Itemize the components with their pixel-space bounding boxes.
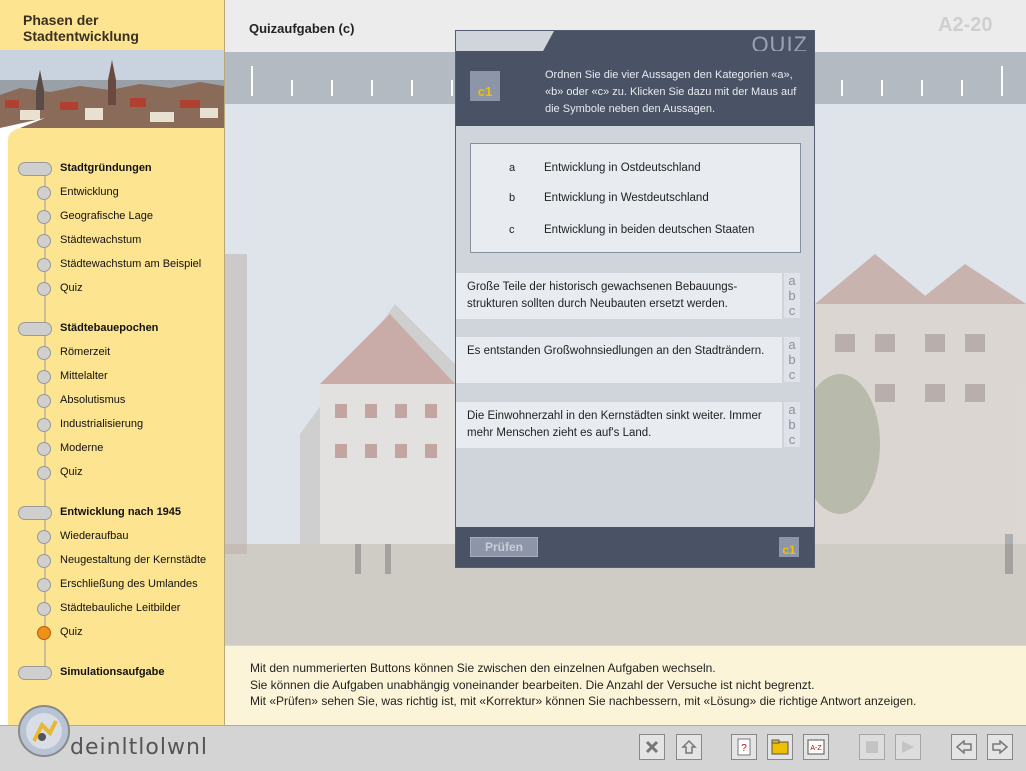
toc-item-mittelalter[interactable]: Mittelalter (0, 367, 224, 387)
option-a-button[interactable]: a (784, 273, 800, 288)
home-icon[interactable] (676, 734, 702, 760)
help-icon[interactable]: ? (731, 734, 757, 760)
category-key: c (509, 224, 515, 236)
stop-icon[interactable] (859, 734, 885, 760)
answer-selector-2: abc (784, 337, 800, 383)
statement-1: Große Teile der historisch gewachsenen B… (456, 273, 782, 319)
toc-item-wiederaufbau[interactable]: Wiederaufbau (0, 527, 224, 547)
statement-text: Es entstanden Großwohnsiedlungen an den … (467, 345, 765, 357)
toc-item-quiz-1[interactable]: Quiz (0, 279, 224, 299)
quiz-instruction: Ordnen Sie die vier Aussagen den Kategor… (545, 69, 797, 115)
option-c-button[interactable]: c (784, 367, 800, 382)
task-button-c1[interactable]: c1 (470, 71, 500, 101)
info-line: Mit den nummerierten Buttons können Sie … (250, 661, 716, 675)
answer-selector-3: abc (784, 402, 800, 448)
info-text: Mit den nummerierten Buttons können Sie … (250, 660, 1020, 710)
option-b-button[interactable]: b (784, 417, 800, 432)
toc-item-quiz-3-active[interactable]: Quiz (0, 623, 224, 643)
back-icon[interactable] (951, 734, 977, 760)
option-c-button[interactable]: c (784, 303, 800, 318)
toc-item-staedtewachstum[interactable]: Städtewachstum (0, 231, 224, 251)
logo-text: deinltlolwnl (70, 735, 209, 760)
option-b-button[interactable]: b (784, 288, 800, 303)
toc-item-absolutismus[interactable]: Absolutismus (0, 391, 224, 411)
toc-item-roemerzeit[interactable]: Römerzeit (0, 343, 224, 363)
folder-icon[interactable] (767, 734, 793, 760)
info-line: Mit «Prüfen» sehen Sie, was richtig ist,… (250, 694, 917, 708)
option-b-button[interactable]: b (784, 352, 800, 367)
answer-selector-1: abc (784, 273, 800, 319)
category-text: Entwicklung in beiden deutschen Staaten (544, 224, 755, 236)
toc-item-leitbilder[interactable]: Städtebauliche Leitbilder (0, 599, 224, 619)
toc-item-neugestaltung[interactable]: Neugestaltung der Kernstädte (0, 551, 224, 571)
toc-item-quiz-2[interactable]: Quiz (0, 463, 224, 483)
toc-item-erschliessung[interactable]: Erschließung des Umlandes (0, 575, 224, 595)
svg-text:?: ? (741, 743, 747, 754)
play-icon[interactable] (895, 734, 921, 760)
toc-item-entwicklung[interactable]: Entwicklung (0, 183, 224, 203)
table-of-contents: Stadtgründungen Entwicklung Geografische… (0, 0, 224, 725)
category-text: Entwicklung in Ostdeutschland (544, 162, 701, 174)
statement-3: Die Einwohnerzahl in den Kernstädten sin… (456, 402, 782, 448)
category-key: b (509, 192, 516, 204)
task-button-c1-footer[interactable]: c1 (779, 537, 799, 557)
statement-text: Die Einwohnerzahl in den Kernstädten sin… (467, 410, 762, 439)
screen-title: Quizaufgaben (c) (249, 21, 355, 36)
statement-text: Große Teile der historisch gewachsenen B… (467, 281, 738, 310)
quiz-footer: Prüfen c1 (456, 527, 814, 567)
quiz-header: c1 Ordnen Sie die vier Aussagen den Kate… (456, 51, 814, 126)
toc-item-moderne[interactable]: Moderne (0, 439, 224, 459)
option-a-button[interactable]: a (784, 402, 800, 417)
option-a-button[interactable]: a (784, 337, 800, 352)
page-number: A2-20 (938, 14, 993, 36)
category-text: Entwicklung in Westdeutschland (544, 192, 709, 204)
forward-icon[interactable] (987, 734, 1013, 760)
close-icon[interactable] (639, 734, 665, 760)
glossary-icon[interactable]: A-Z (803, 734, 829, 760)
category-key: a (509, 162, 516, 174)
info-line: Sie können die Aufgaben unabhängig vonei… (250, 677, 815, 692)
statement-2: Es entstanden Großwohnsiedlungen an den … (456, 337, 782, 383)
toc-item-geografische-lage[interactable]: Geografische Lage (0, 207, 224, 227)
logo-icon (18, 705, 70, 757)
check-button[interactable]: Prüfen (470, 537, 538, 557)
toc-item-industrialisierung[interactable]: Industrialisierung (0, 415, 224, 435)
svg-text:A-Z: A-Z (810, 745, 822, 752)
quiz-panel: QUIZ c1 Ordnen Sie die vier Aussagen den… (455, 30, 815, 568)
toc-item-staedtewachstum-beispiel[interactable]: Städtewachstum am Beispiel (0, 255, 224, 275)
category-box: a Entwicklung in Ostdeutschland b Entwickl… (470, 143, 801, 253)
option-c-button[interactable]: c (784, 432, 800, 447)
